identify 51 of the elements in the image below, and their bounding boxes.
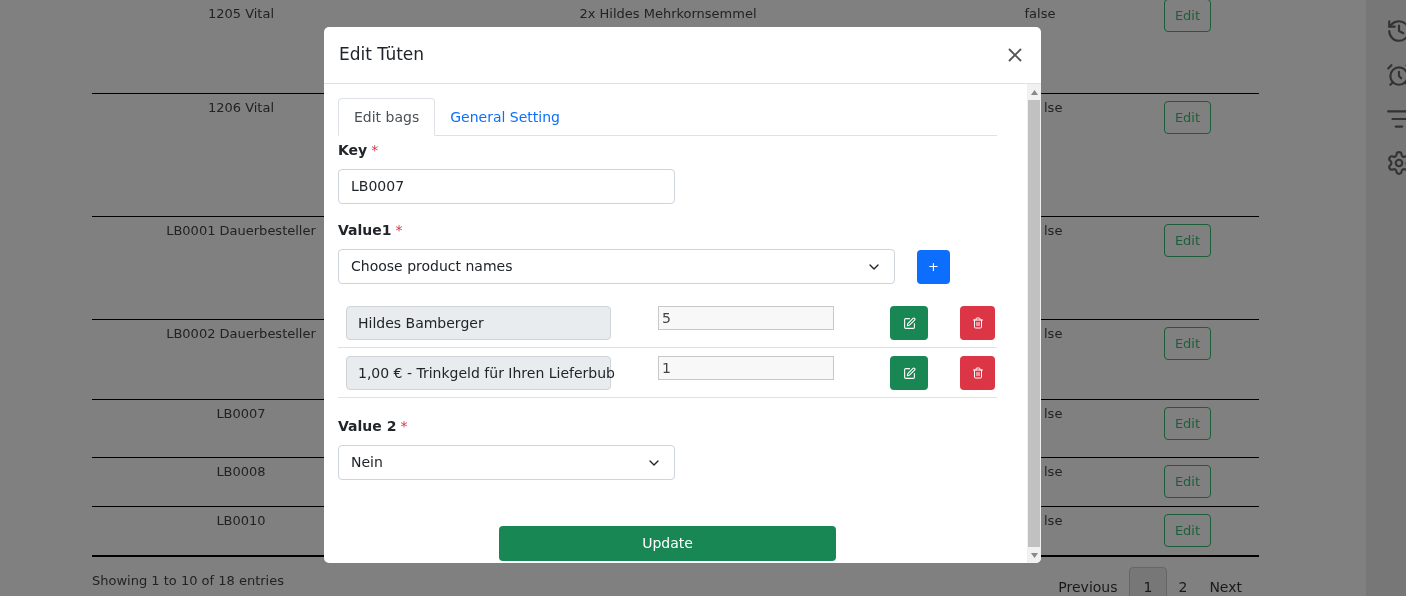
- table-cell: LB0001 Dauerbesteller: [166, 223, 316, 238]
- field-label: Value 2: [338, 417, 397, 436]
- scroll-up-arrow-icon[interactable]: [1030, 89, 1038, 95]
- table-cell: lse: [1044, 464, 1063, 479]
- table-cell: lse: [1044, 100, 1063, 115]
- delete-item-button[interactable]: [960, 306, 995, 340]
- entries-info: Showing 1 to 10 of 18 entries: [92, 572, 284, 590]
- pencil-square-icon: [902, 366, 916, 380]
- field-label: Value1: [338, 221, 392, 240]
- pagination-link[interactable]: Next: [1198, 567, 1253, 596]
- update-button[interactable]: Update: [499, 526, 836, 561]
- table-cell: 1205 Vital: [207, 6, 275, 21]
- required-mark: *: [400, 417, 408, 436]
- required-mark: *: [395, 221, 403, 240]
- table-cell: 2x Hildes Mehrkornsemmel: [579, 6, 757, 21]
- delete-item-button[interactable]: [960, 356, 995, 390]
- pagination-link[interactable]: 2: [1167, 567, 1199, 596]
- trash-icon: [971, 367, 984, 379]
- alarm-clock-icon[interactable]: [1386, 62, 1406, 88]
- table-cell: LB0010: [216, 513, 266, 528]
- pencil-square-icon: [902, 316, 916, 330]
- table-cell: LB0002 Dauerbesteller: [166, 326, 316, 341]
- product-field: Hildes Bamberger: [346, 306, 611, 340]
- table-cell: LB0007: [216, 406, 266, 421]
- table-cell: 1206 Vital: [207, 100, 275, 115]
- pagination-link[interactable]: 1: [1128, 567, 1168, 596]
- edit-item-button[interactable]: [890, 306, 928, 340]
- tab[interactable]: General Setting: [435, 98, 575, 136]
- table-cell: false: [1024, 6, 1056, 21]
- modal-title: Edit Tüten: [339, 43, 425, 67]
- table-cell: lse: [1044, 406, 1063, 421]
- table-cell: lse: [1044, 513, 1063, 528]
- field-label: Key: [338, 141, 368, 160]
- quantity-input[interactable]: 5: [658, 306, 834, 330]
- value-select[interactable]: Nein: [338, 445, 675, 480]
- product-select[interactable]: Choose product names: [338, 249, 895, 284]
- edit-item-button[interactable]: [890, 356, 928, 390]
- add-button[interactable]: +: [917, 249, 950, 284]
- required-mark: *: [371, 141, 379, 160]
- key-input[interactable]: LB0007: [338, 169, 675, 204]
- tab[interactable]: Edit bags: [338, 98, 436, 136]
- history-icon[interactable]: [1386, 18, 1406, 44]
- table-cell: lse: [1044, 223, 1063, 238]
- table-cell: lse: [1044, 326, 1063, 341]
- trash-icon: [971, 317, 984, 329]
- table-cell: LB0008: [216, 464, 266, 479]
- scroll-down-arrow-icon[interactable]: [1030, 552, 1038, 558]
- scrollbar-thumb[interactable]: [1028, 100, 1040, 547]
- pagination-link[interactable]: Previous: [1047, 567, 1129, 596]
- settings-icon[interactable]: [1386, 150, 1406, 176]
- quantity-input[interactable]: 1: [658, 356, 834, 380]
